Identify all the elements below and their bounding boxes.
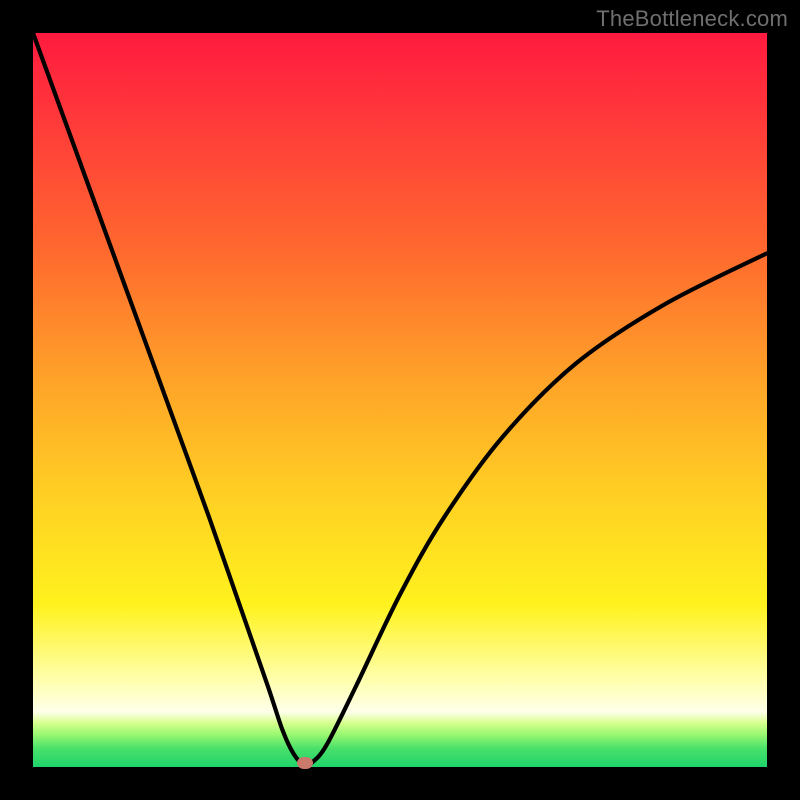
- plot-area: [33, 33, 767, 767]
- watermark-text: TheBottleneck.com: [596, 6, 788, 32]
- chart-frame: TheBottleneck.com: [0, 0, 800, 800]
- bottleneck-curve: [33, 33, 767, 767]
- optimal-point-marker: [297, 757, 313, 769]
